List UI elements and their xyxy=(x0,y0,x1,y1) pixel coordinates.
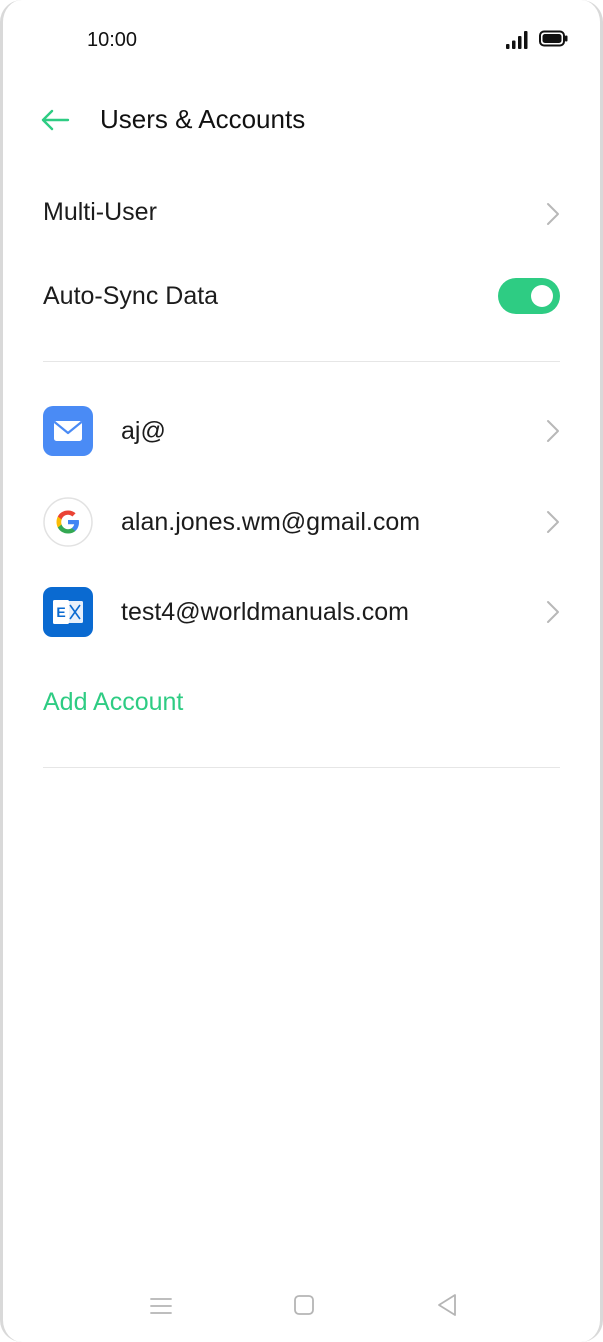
auto-sync-toggle[interactable] xyxy=(498,278,560,314)
page-title: Users & Accounts xyxy=(100,104,306,134)
google-icon xyxy=(43,497,93,547)
chevron-right-icon xyxy=(547,601,559,623)
email-icon xyxy=(43,406,93,456)
back-triangle-icon[interactable] xyxy=(435,1292,459,1318)
multi-user-label: Multi-User xyxy=(43,197,157,226)
account-label: test4@worldmanuals.com xyxy=(121,597,409,626)
divider xyxy=(43,361,560,362)
chevron-right-icon xyxy=(547,511,559,533)
home-square-icon[interactable] xyxy=(293,1294,315,1316)
navigation-bar xyxy=(3,1286,600,1326)
chevron-right-icon xyxy=(547,203,559,225)
back-button[interactable] xyxy=(33,100,77,140)
auto-sync-label: Auto-Sync Data xyxy=(43,281,219,310)
status-bar: 10:00 xyxy=(3,22,600,58)
status-time: 10:00 xyxy=(87,29,138,51)
phone-screen: 10:00 Users & Accounts Multi-User Auto-S… xyxy=(0,0,603,1342)
add-account-button[interactable]: Add Account xyxy=(43,680,183,724)
menu-icon[interactable] xyxy=(149,1296,173,1316)
divider xyxy=(43,767,560,768)
exchange-icon: E xyxy=(43,587,93,637)
chevron-right-icon xyxy=(547,420,559,442)
account-row-exchange[interactable]: E test4@worldmanuals.com xyxy=(43,577,560,647)
signal-icon xyxy=(506,31,528,49)
account-row-google[interactable]: alan.jones.wm@gmail.com xyxy=(43,487,560,557)
auto-sync-row: Auto-Sync Data xyxy=(43,264,560,328)
account-label: aj@ xyxy=(121,416,166,445)
account-row-email[interactable]: aj@ xyxy=(43,396,560,466)
toggle-knob xyxy=(531,285,553,307)
battery-icon xyxy=(539,30,568,47)
account-label: alan.jones.wm@gmail.com xyxy=(121,507,421,536)
header: Users & Accounts xyxy=(3,92,600,148)
svg-text:E: E xyxy=(56,604,65,620)
multi-user-row[interactable]: Multi-User xyxy=(43,180,560,244)
back-arrow-icon xyxy=(41,109,70,131)
